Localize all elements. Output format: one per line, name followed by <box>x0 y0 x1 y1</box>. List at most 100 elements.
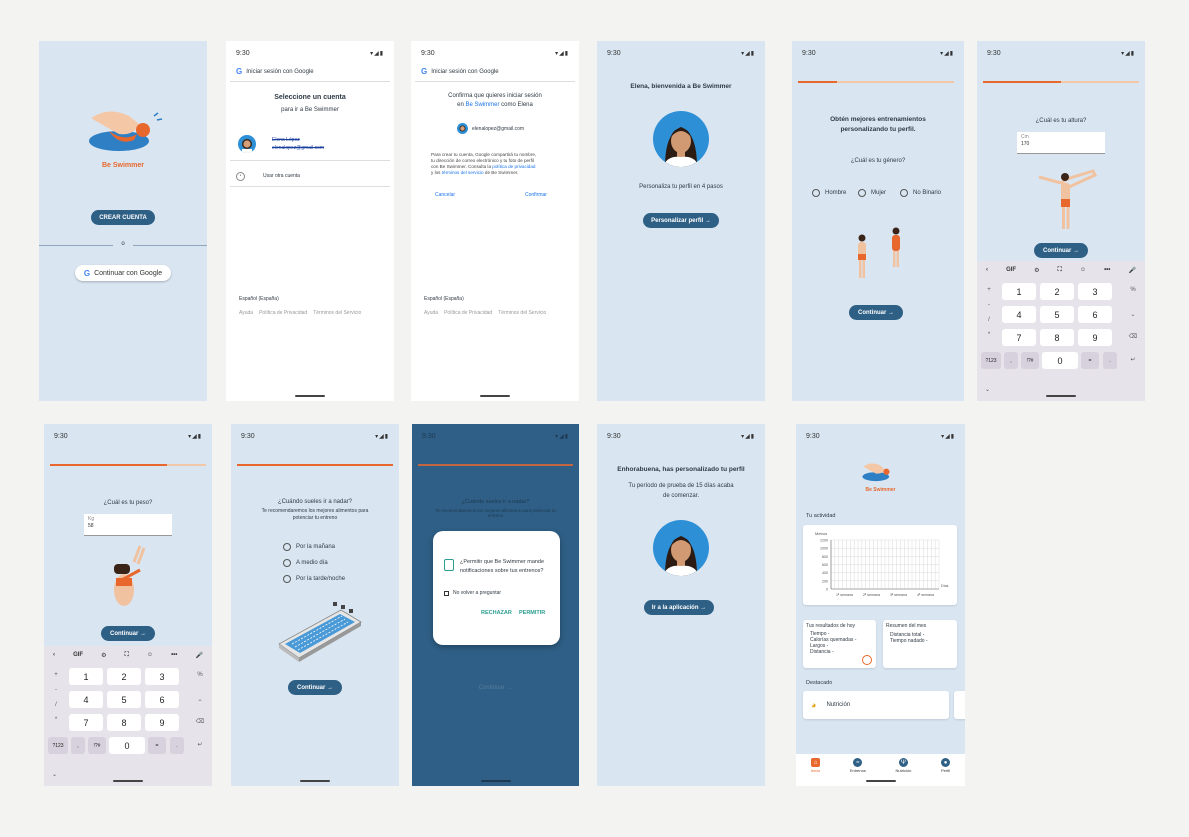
key-bottom-3[interactable]: 0 <box>109 737 145 754</box>
key-side-left[interactable]: * <box>983 332 995 338</box>
month-summary-card[interactable]: Resumen del mes Distancia total - Tiempo… <box>883 620 957 668</box>
key-bottom-4[interactable]: = <box>1081 352 1099 369</box>
keyboard-tool-6[interactable]: 🎤 <box>1128 267 1135 274</box>
nav-nutrition[interactable]: Ψ Nutrición <box>896 758 911 773</box>
keyboard-tool-3[interactable]: ⛶ <box>1058 267 1062 274</box>
key-side-right[interactable]: % <box>1127 287 1139 293</box>
key-8[interactable]: 8 <box>1040 329 1074 346</box>
terms-link[interactable]: términos del servicio <box>442 170 484 175</box>
terms-link[interactable]: Términos del Servicio <box>313 310 361 316</box>
key-side-right[interactable]: ⌫ <box>1127 333 1139 340</box>
keyboard-tool-0[interactable]: ‹ <box>986 267 988 273</box>
key-side-right[interactable]: ⌫ <box>194 718 206 725</box>
time-option-midday[interactable]: A medio día <box>283 559 328 567</box>
language-select[interactable]: Español (España) <box>424 296 464 302</box>
continue-button[interactable]: Continuar → <box>288 680 342 695</box>
nav-home[interactable]: ⌂ Inicio <box>811 758 820 773</box>
gender-option-nonbinary[interactable]: No Binario <box>900 189 941 197</box>
keyboard-tool-2[interactable]: ⚙ <box>101 652 106 659</box>
go-to-app-button[interactable]: Ir a la aplicación → <box>644 600 714 615</box>
key-side-left[interactable]: - <box>983 302 995 308</box>
nav-trainings[interactable]: ≈ Entrenos <box>850 758 866 773</box>
key-side-right[interactable]: ⎵ <box>194 695 206 702</box>
terms-link[interactable]: Términos del Servicio <box>498 310 546 316</box>
privacy-link[interactable]: Política de Privacidad <box>259 310 307 316</box>
keyboard-tool-1[interactable]: GIF <box>73 652 83 658</box>
keyboard-tool-5[interactable]: ••• <box>171 652 177 658</box>
key-side-right[interactable]: % <box>194 672 206 678</box>
keyboard-hide-icon[interactable]: ⌄ <box>985 386 990 393</box>
weight-field[interactable]: Kg 58 <box>84 514 172 536</box>
key-bottom-2[interactable]: !?# <box>88 737 106 754</box>
app-link[interactable]: Be Swimmer <box>465 102 499 108</box>
key-side-right[interactable]: ↵ <box>1127 356 1139 363</box>
allow-button[interactable]: PERMITIR <box>519 610 545 616</box>
keyboard-tool-2[interactable]: ⚙ <box>1034 267 1039 274</box>
key-6[interactable]: 6 <box>145 691 179 708</box>
keyboard-tool-4[interactable]: ☺ <box>1080 267 1086 273</box>
key-bottom-3[interactable]: 0 <box>1042 352 1078 369</box>
key-2[interactable]: 2 <box>1040 283 1074 300</box>
next-featured-card[interactable] <box>954 691 965 719</box>
nav-profile[interactable]: ● Perfil <box>941 758 950 773</box>
help-link[interactable]: Ayuda <box>239 310 253 316</box>
key-bottom-1[interactable]: , <box>71 737 85 754</box>
account-item[interactable]: Elena López elenalopez@gmail.com <box>236 133 384 159</box>
key-3[interactable]: 3 <box>1078 283 1112 300</box>
continue-button[interactable]: Continuar → <box>101 626 155 641</box>
keyboard-hide-icon[interactable]: ⌄ <box>52 771 57 778</box>
gender-option-male[interactable]: Hombre <box>812 189 846 197</box>
nutrition-card[interactable]: ◕ Nutrición <box>803 691 949 719</box>
key-4[interactable]: 4 <box>69 691 103 708</box>
key-bottom-0[interactable]: ?123 <box>48 737 68 754</box>
key-side-left[interactable]: / <box>983 317 995 323</box>
key-8[interactable]: 8 <box>107 714 141 731</box>
key-bottom-2[interactable]: !?# <box>1021 352 1039 369</box>
google-login-button[interactable]: G Continuar con Google <box>75 265 171 281</box>
key-bottom-1[interactable]: , <box>1004 352 1018 369</box>
key-7[interactable]: 7 <box>1002 329 1036 346</box>
key-1[interactable]: 1 <box>69 668 103 685</box>
key-bottom-5[interactable]: . <box>170 737 184 754</box>
key-bottom-4[interactable]: = <box>148 737 166 754</box>
key-1[interactable]: 1 <box>1002 283 1036 300</box>
key-side-right[interactable]: ↵ <box>194 741 206 748</box>
privacy-link[interactable]: Política de Privacidad <box>444 310 492 316</box>
key-3[interactable]: 3 <box>145 668 179 685</box>
dont-ask-checkbox[interactable]: No volver a preguntar <box>444 590 501 596</box>
today-results-card[interactable]: Tus resultados de hoy Tiempo - Calorías … <box>803 620 876 668</box>
other-account-item[interactable]: • Usar otra cuenta <box>236 169 384 183</box>
keyboard-tool-0[interactable]: ‹ <box>53 652 55 658</box>
key-side-left[interactable]: + <box>50 672 62 678</box>
continue-button[interactable]: Continuar → <box>849 305 903 320</box>
height-field[interactable]: Cm 170 <box>1017 132 1105 154</box>
key-side-left[interactable]: / <box>50 702 62 708</box>
key-side-left[interactable]: * <box>50 717 62 723</box>
key-side-right[interactable]: ⎵ <box>1127 310 1139 317</box>
keyboard-tool-1[interactable]: GIF <box>1006 267 1016 273</box>
key-2[interactable]: 2 <box>107 668 141 685</box>
key-4[interactable]: 4 <box>1002 306 1036 323</box>
key-9[interactable]: 9 <box>1078 329 1112 346</box>
confirm-button[interactable]: Confirmar <box>525 192 547 198</box>
key-6[interactable]: 6 <box>1078 306 1112 323</box>
key-9[interactable]: 9 <box>145 714 179 731</box>
key-side-left[interactable]: - <box>50 687 62 693</box>
time-option-evening[interactable]: Por la tarde/noche <box>283 575 345 583</box>
reject-button[interactable]: RECHAZAR <box>481 610 512 616</box>
key-5[interactable]: 5 <box>1040 306 1074 323</box>
cancel-button[interactable]: Cancelar <box>435 192 455 198</box>
help-link[interactable]: Ayuda <box>424 310 438 316</box>
key-bottom-5[interactable]: . <box>1103 352 1117 369</box>
key-bottom-0[interactable]: ?123 <box>981 352 1001 369</box>
continue-button[interactable]: Continuar → <box>1034 243 1088 258</box>
privacy-policy-link[interactable]: política de privacidad <box>492 164 535 169</box>
language-select[interactable]: Español (España) <box>239 296 279 302</box>
key-7[interactable]: 7 <box>69 714 103 731</box>
create-account-button[interactable]: CREAR CUENTA <box>91 210 155 225</box>
key-side-left[interactable]: + <box>983 287 995 293</box>
key-5[interactable]: 5 <box>107 691 141 708</box>
keyboard-tool-3[interactable]: ⛶ <box>125 652 129 659</box>
keyboard-tool-5[interactable]: ••• <box>1104 267 1110 273</box>
personalize-profile-button[interactable]: Personalizar perfil → <box>643 213 719 228</box>
